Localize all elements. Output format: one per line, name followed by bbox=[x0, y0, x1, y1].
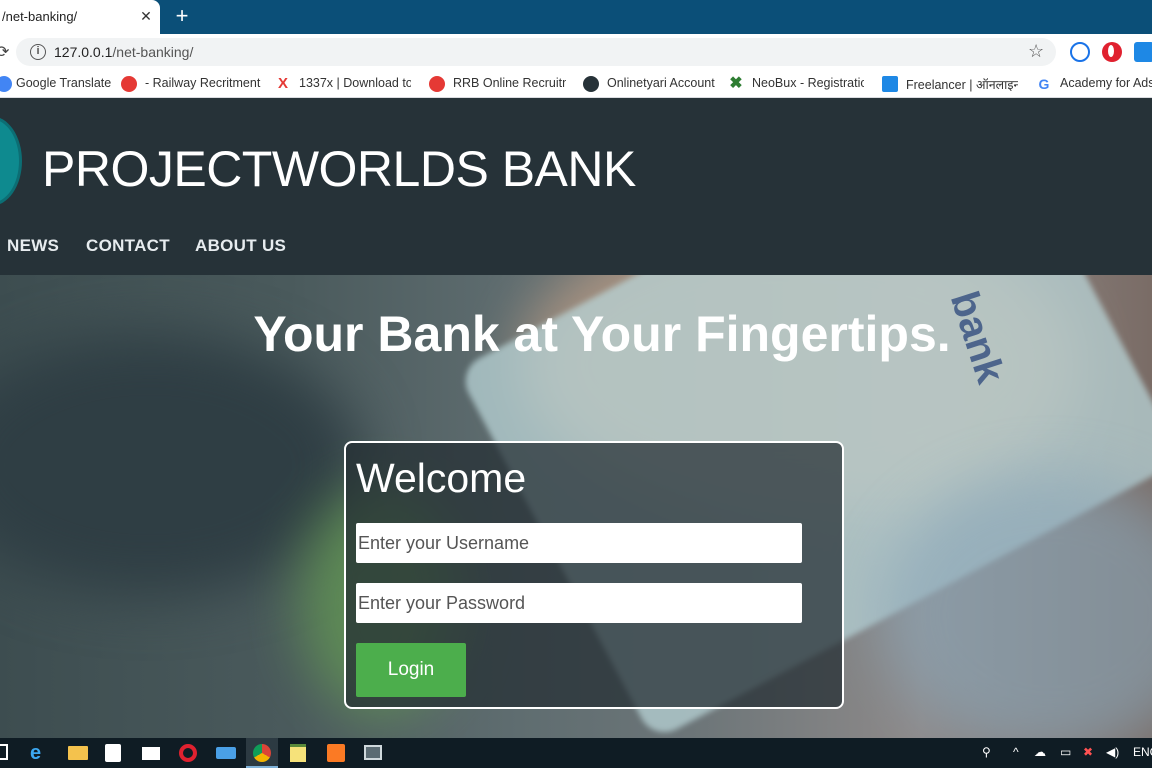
google-icon: G bbox=[1038, 76, 1050, 92]
address-bar[interactable]: i 127.0.0.1/net-banking/ ☆ bbox=[16, 38, 1056, 66]
bank-logo-icon[interactable] bbox=[0, 116, 22, 206]
login-form: Welcome Login bbox=[344, 441, 844, 709]
nav-news[interactable]: NEWS bbox=[7, 236, 59, 256]
windows-taskbar: e ⚲ ^ ☁ ▭ ✖ ◀) ENG bbox=[0, 738, 1152, 768]
hero-title: Your Bank at Your Fingertips. bbox=[253, 306, 951, 362]
x-icon: X bbox=[277, 75, 288, 92]
bookmarks-bar: Google Translate - Railway Recritment X … bbox=[0, 70, 1152, 98]
translate-icon bbox=[0, 76, 12, 92]
tab-title: /net-banking/ bbox=[2, 9, 78, 24]
chrome-icon[interactable] bbox=[253, 744, 271, 762]
bookmark-freelancer[interactable]: Freelancer | ऑनलाइन bbox=[906, 76, 1018, 93]
bookmark-1337x[interactable]: 1337x | Download to bbox=[299, 76, 411, 90]
nav-contact[interactable]: CONTACT bbox=[86, 236, 170, 256]
extension-opera-icon[interactable] bbox=[1102, 42, 1122, 62]
monitor-icon[interactable] bbox=[364, 745, 382, 760]
network-icon[interactable]: ✖ bbox=[1083, 745, 1093, 759]
task-view-icon[interactable] bbox=[0, 744, 8, 760]
url-host: 127.0.0.1 bbox=[54, 44, 113, 60]
bookmark-academy-for-ads[interactable]: Academy for Ads bbox=[1060, 76, 1152, 90]
browser-tab[interactable]: /net-banking/ ✕ bbox=[0, 0, 160, 34]
opera-icon[interactable] bbox=[179, 744, 197, 762]
onlinetyari-icon bbox=[583, 76, 599, 92]
volume-icon[interactable]: ◀) bbox=[1106, 745, 1119, 759]
railway-icon bbox=[121, 76, 137, 92]
password-input[interactable] bbox=[356, 583, 802, 623]
login-heading: Welcome bbox=[356, 455, 527, 501]
browser-toolbar: ⟳ i 127.0.0.1/net-banking/ ☆ bbox=[0, 34, 1152, 70]
rrb-icon bbox=[429, 76, 445, 92]
language-indicator[interactable]: ENG bbox=[1133, 745, 1152, 759]
url-path: /net-banking/ bbox=[112, 44, 194, 60]
mail-icon[interactable] bbox=[142, 747, 160, 760]
show-hidden-icons-chevron-icon[interactable]: ^ bbox=[1013, 745, 1019, 759]
edge-icon[interactable]: e bbox=[30, 743, 50, 763]
file-explorer-icon[interactable] bbox=[68, 746, 88, 760]
neobux-icon: ✖ bbox=[729, 75, 743, 92]
bookmark-rrb[interactable]: RRB Online Recruitm bbox=[453, 76, 566, 90]
login-button[interactable]: Login bbox=[356, 643, 466, 697]
reload-icon[interactable]: ⟳ bbox=[0, 42, 9, 62]
username-input[interactable] bbox=[356, 523, 802, 563]
url-text[interactable]: 127.0.0.1/net-banking/ bbox=[54, 44, 193, 60]
nav-about-us[interactable]: ABOUT US bbox=[195, 236, 286, 256]
store-icon[interactable] bbox=[105, 744, 121, 762]
xampp-icon[interactable] bbox=[327, 744, 345, 762]
bookmark-google-translate[interactable]: Google Translate bbox=[16, 76, 111, 90]
people-icon[interactable]: ⚲ bbox=[982, 745, 991, 759]
browser-tab-strip: /net-banking/ ✕ + bbox=[0, 0, 1152, 34]
new-tab-button[interactable]: + bbox=[170, 4, 194, 28]
bookmark-neobux[interactable]: NeoBux - Registration bbox=[752, 76, 864, 90]
freelancer-icon bbox=[882, 76, 898, 92]
bookmark-star-icon[interactable]: ☆ bbox=[1028, 41, 1044, 62]
cloud-icon[interactable]: ☁ bbox=[1034, 745, 1046, 759]
site-info-icon[interactable]: i bbox=[30, 44, 46, 60]
extension-reader-icon[interactable] bbox=[1070, 42, 1090, 62]
site-header: PROJECTWORLDS BANK NEWS CONTACT ABOUT US bbox=[0, 98, 1152, 275]
close-tab-icon[interactable]: ✕ bbox=[136, 6, 156, 26]
bookmark-onlinetyari[interactable]: Onlinetyari Account bbox=[607, 76, 715, 90]
keyboard-icon[interactable] bbox=[216, 747, 236, 759]
site-title[interactable]: PROJECTWORLDS BANK bbox=[42, 140, 636, 198]
extension-translate-icon[interactable] bbox=[1134, 42, 1152, 62]
notepad-icon[interactable] bbox=[290, 744, 306, 762]
battery-icon[interactable]: ▭ bbox=[1060, 745, 1071, 759]
bookmark-railway[interactable]: - Railway Recritment bbox=[145, 76, 260, 90]
hero-section: bank Your Bank at Your Fingertips. Welco… bbox=[0, 275, 1152, 738]
